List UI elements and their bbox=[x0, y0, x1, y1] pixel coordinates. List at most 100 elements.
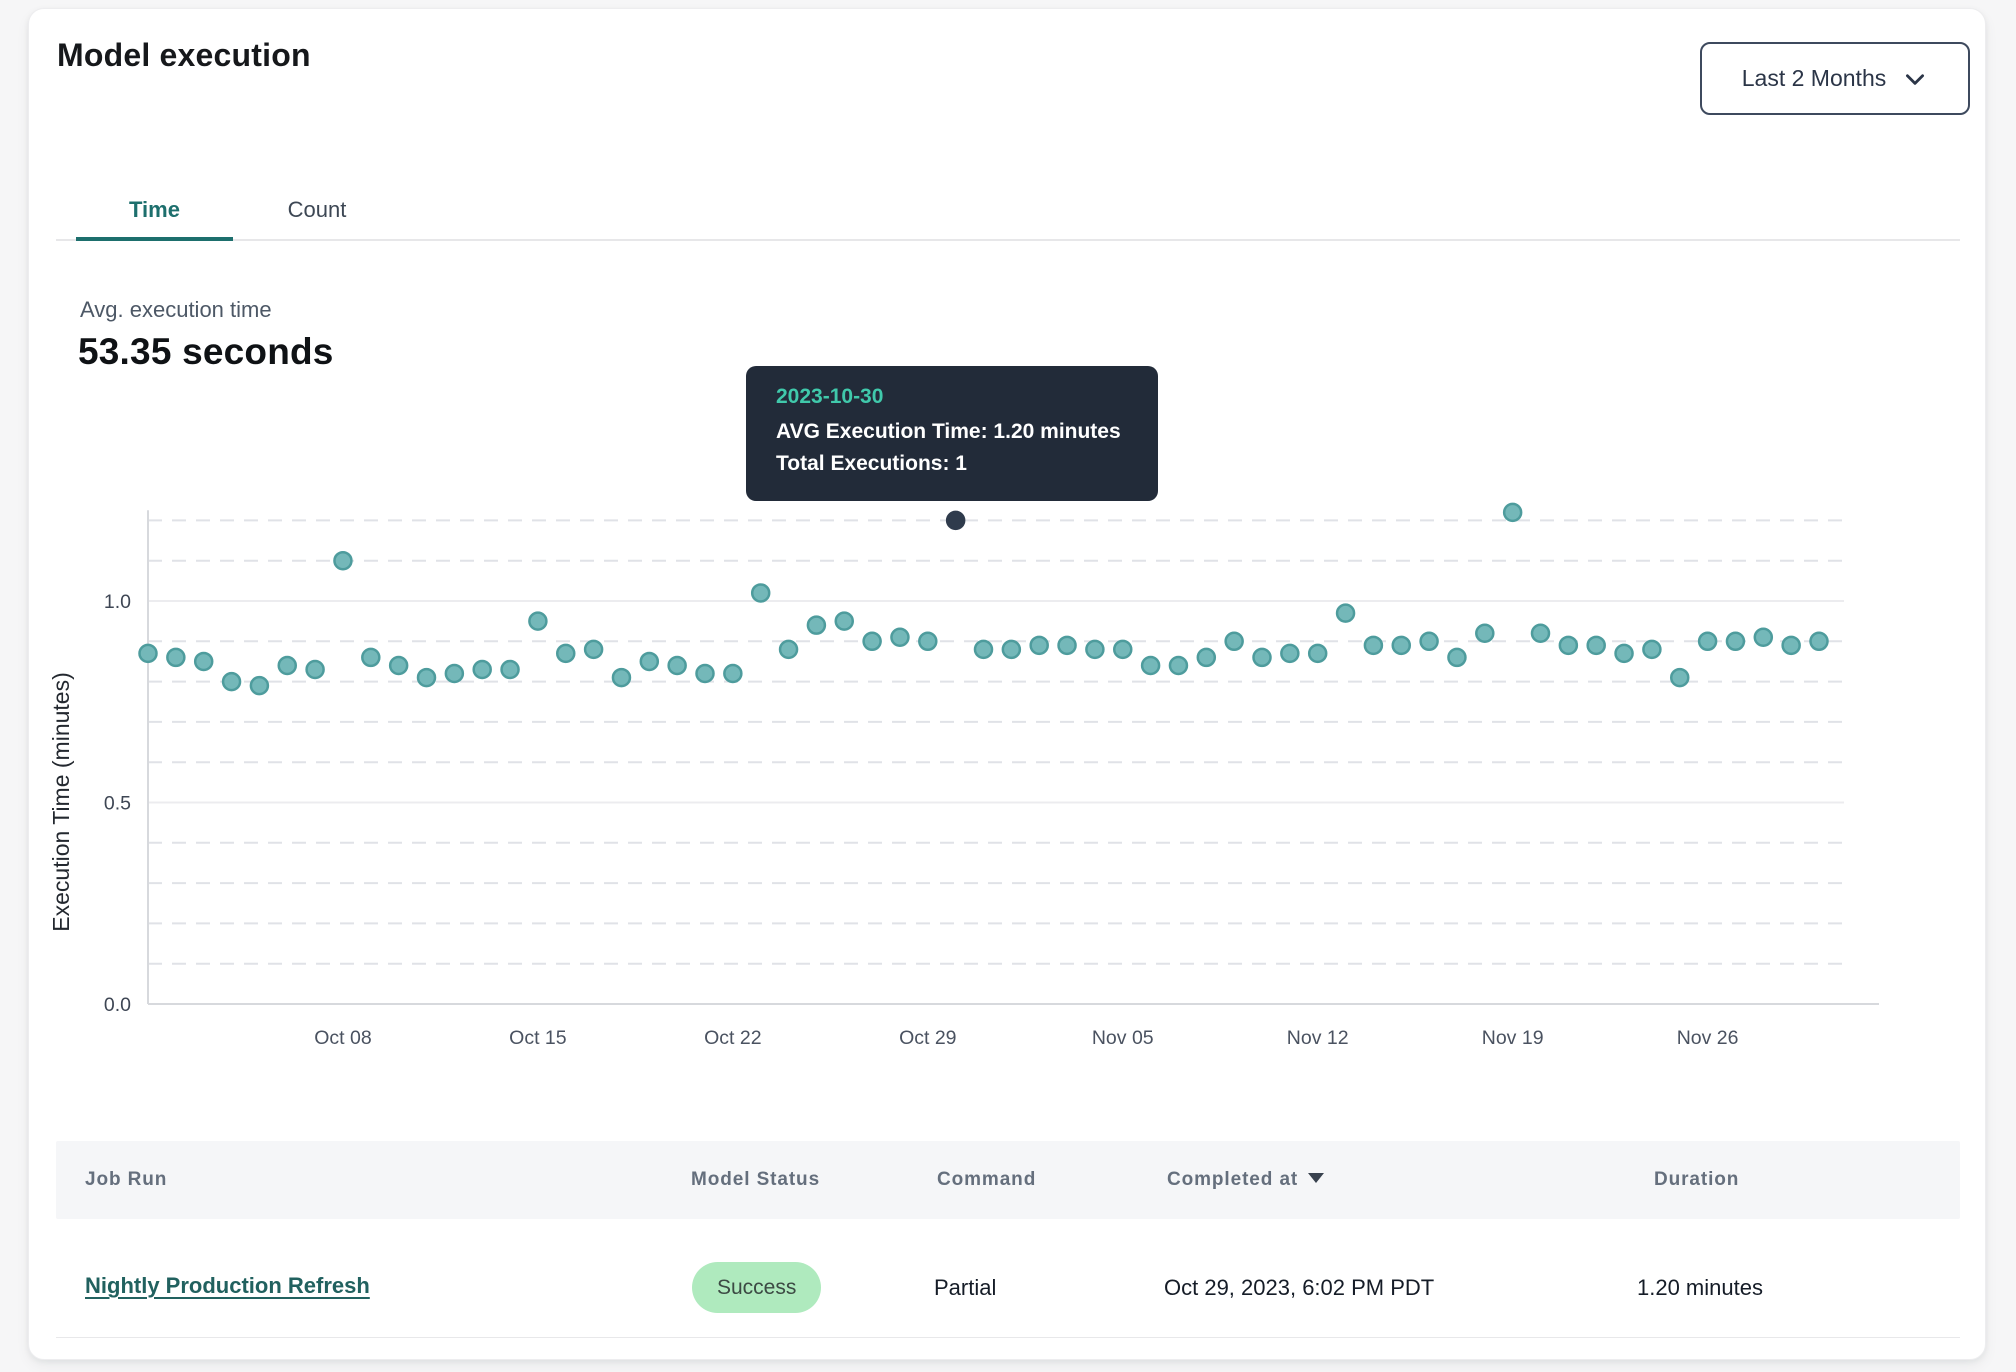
data-point[interactable] bbox=[1588, 637, 1605, 654]
data-point[interactable] bbox=[195, 653, 212, 670]
sort-descending-icon bbox=[1308, 1173, 1324, 1183]
execution-time-scatter-chart[interactable]: 0.0 0.5 1.0 Execution Time (minutes) Oct 08 O… bbox=[29, 487, 1987, 1087]
x-axis-tick-label: Oct 08 bbox=[314, 1027, 371, 1049]
highlighted-data-point[interactable] bbox=[947, 512, 964, 529]
data-point[interactable] bbox=[502, 661, 519, 678]
data-point[interactable] bbox=[1003, 641, 1020, 658]
data-point[interactable] bbox=[223, 673, 240, 690]
completed-at-cell: Oct 29, 2023, 6:02 PM PDT bbox=[1164, 1275, 1434, 1301]
y-axis-tick-label: 0.5 bbox=[104, 793, 131, 815]
x-axis-tick-label: Nov 05 bbox=[1092, 1027, 1154, 1049]
date-range-dropdown[interactable]: Last 2 Months bbox=[1700, 42, 1970, 115]
data-point[interactable] bbox=[1421, 633, 1438, 650]
data-point[interactable] bbox=[1783, 637, 1800, 654]
status-badge: Success bbox=[692, 1262, 821, 1313]
data-point[interactable] bbox=[279, 657, 296, 674]
table-header-row: Job Run Model Status Command Completed a… bbox=[56, 1141, 1960, 1219]
duration-cell: 1.20 minutes bbox=[1637, 1275, 1763, 1301]
data-point[interactable] bbox=[1086, 641, 1103, 658]
data-point[interactable] bbox=[1448, 649, 1465, 666]
column-header-command: Command bbox=[937, 1141, 1036, 1219]
row-divider bbox=[56, 1337, 1960, 1338]
data-point[interactable] bbox=[1811, 633, 1828, 650]
data-point[interactable] bbox=[919, 633, 936, 650]
data-point[interactable] bbox=[1309, 645, 1326, 662]
data-point[interactable] bbox=[446, 665, 463, 682]
x-axis-tick-label: Nov 12 bbox=[1287, 1027, 1349, 1049]
data-point[interactable] bbox=[1365, 637, 1382, 654]
data-point[interactable] bbox=[836, 613, 853, 630]
data-point[interactable] bbox=[362, 649, 379, 666]
data-point[interactable] bbox=[334, 552, 351, 569]
data-point[interactable] bbox=[390, 657, 407, 674]
data-point[interactable] bbox=[1532, 625, 1549, 642]
column-header-model-status: Model Status bbox=[691, 1141, 820, 1219]
data-point[interactable] bbox=[641, 653, 658, 670]
data-point[interactable] bbox=[1755, 629, 1772, 646]
chart-tooltip: 2023-10-30 AVG Execution Time: 1.20 minu… bbox=[746, 366, 1158, 501]
data-point[interactable] bbox=[1337, 605, 1354, 622]
data-point[interactable] bbox=[752, 584, 769, 601]
x-axis-tick-label: Oct 22 bbox=[704, 1027, 761, 1049]
data-point[interactable] bbox=[529, 613, 546, 630]
data-point[interactable] bbox=[1393, 637, 1410, 654]
data-point[interactable] bbox=[1671, 669, 1688, 686]
y-axis-tick-label: 1.0 bbox=[104, 591, 131, 613]
data-point[interactable] bbox=[1560, 637, 1577, 654]
data-point[interactable] bbox=[1643, 641, 1660, 658]
data-point[interactable] bbox=[975, 641, 992, 658]
data-point[interactable] bbox=[307, 661, 324, 678]
data-point[interactable] bbox=[864, 633, 881, 650]
tab-time[interactable]: Time bbox=[76, 181, 233, 239]
tooltip-avg-execution-time: AVG Execution Time: 1.20 minutes bbox=[776, 416, 1130, 448]
data-point[interactable] bbox=[808, 617, 825, 634]
x-axis-tick-label: Oct 29 bbox=[899, 1027, 956, 1049]
tab-count[interactable]: Count bbox=[233, 181, 401, 239]
data-point[interactable] bbox=[1114, 641, 1131, 658]
data-point[interactable] bbox=[474, 661, 491, 678]
y-axis-tick-label: 0.0 bbox=[104, 994, 131, 1016]
data-point[interactable] bbox=[1616, 645, 1633, 662]
data-point[interactable] bbox=[1504, 504, 1521, 521]
command-cell: Partial bbox=[934, 1275, 996, 1301]
job-run-link[interactable]: Nightly Production Refresh bbox=[85, 1273, 370, 1299]
y-axis-title: Execution Time (minutes) bbox=[48, 672, 74, 931]
data-point[interactable] bbox=[140, 645, 157, 662]
data-point[interactable] bbox=[613, 669, 630, 686]
x-axis-tick-label: Nov 26 bbox=[1677, 1027, 1739, 1049]
data-point[interactable] bbox=[1170, 657, 1187, 674]
data-point[interactable] bbox=[697, 665, 714, 682]
data-point[interactable] bbox=[585, 641, 602, 658]
tabs-divider bbox=[56, 239, 1960, 241]
data-point[interactable] bbox=[780, 641, 797, 658]
chevron-down-icon bbox=[1902, 66, 1928, 92]
column-header-completed-at[interactable]: Completed at bbox=[1167, 1141, 1324, 1219]
model-execution-card: Model execution Last 2 Months Time Count… bbox=[28, 8, 1986, 1360]
data-point[interactable] bbox=[1031, 637, 1048, 654]
column-header-duration: Duration bbox=[1654, 1141, 1739, 1219]
data-point[interactable] bbox=[669, 657, 686, 674]
data-point[interactable] bbox=[251, 677, 268, 694]
avg-execution-time-label: Avg. execution time bbox=[80, 297, 272, 323]
data-point[interactable] bbox=[1281, 645, 1298, 662]
data-point[interactable] bbox=[557, 645, 574, 662]
data-point[interactable] bbox=[1699, 633, 1716, 650]
data-point[interactable] bbox=[418, 669, 435, 686]
data-point[interactable] bbox=[1198, 649, 1215, 666]
avg-execution-time-value: 53.35 seconds bbox=[78, 331, 334, 373]
data-point[interactable] bbox=[1476, 625, 1493, 642]
page-title: Model execution bbox=[57, 37, 311, 74]
data-point[interactable] bbox=[167, 649, 184, 666]
data-point[interactable] bbox=[1226, 633, 1243, 650]
data-point[interactable] bbox=[1142, 657, 1159, 674]
tooltip-date: 2023-10-30 bbox=[776, 385, 1130, 409]
x-axis-tick-label: Oct 15 bbox=[509, 1027, 567, 1049]
tooltip-total-executions: Total Executions: 1 bbox=[776, 448, 1130, 480]
data-point[interactable] bbox=[724, 665, 741, 682]
date-range-value: Last 2 Months bbox=[1742, 65, 1886, 92]
chart-svg[interactable]: 0.0 0.5 1.0 Execution Time (minutes) Oct 08 O… bbox=[29, 487, 1987, 1087]
data-point[interactable] bbox=[1254, 649, 1271, 666]
data-point[interactable] bbox=[1059, 637, 1076, 654]
data-point[interactable] bbox=[891, 629, 908, 646]
data-point[interactable] bbox=[1727, 633, 1744, 650]
